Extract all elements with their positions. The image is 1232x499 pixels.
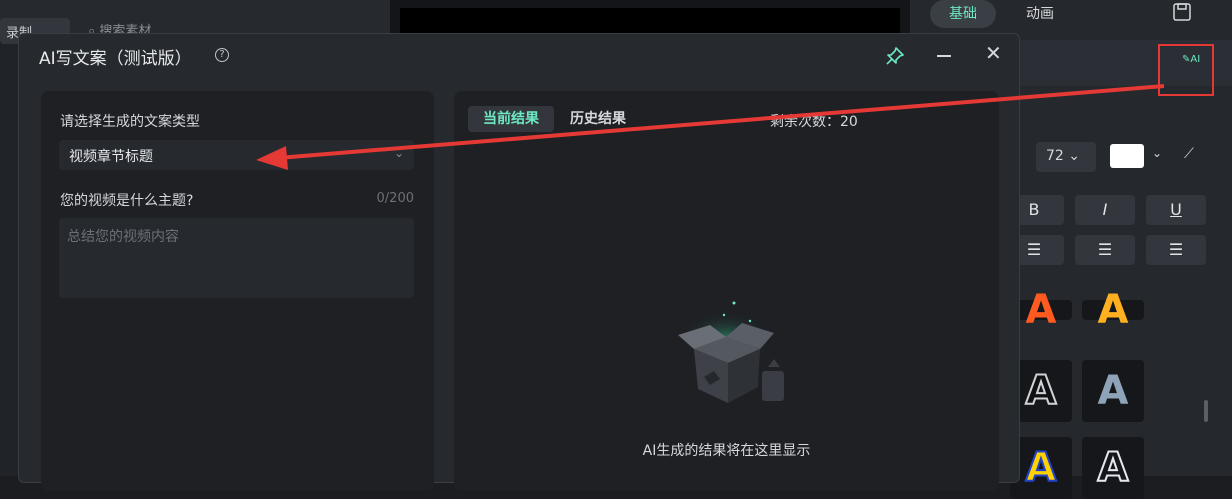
copy-type-label: 请选择生成的文案类型 xyxy=(60,114,200,130)
eyedropper-icon[interactable]: ⟋ xyxy=(1184,146,1194,162)
text-style-preset[interactable]: A xyxy=(1082,437,1144,499)
tab-basic[interactable]: 基础 xyxy=(930,0,996,28)
preview-video xyxy=(400,8,900,36)
ai-pen-icon[interactable]: ✎AI xyxy=(1182,54,1208,74)
close-icon[interactable]: ✕ xyxy=(985,43,1003,63)
topic-label: 您的视频是什么主题? xyxy=(60,193,194,209)
align-center-icon[interactable]: ☰ xyxy=(1075,235,1135,265)
result-panel: 当前结果 历史结果 剩余次数：20 AI生成的结果将在这里显示 xyxy=(454,91,999,491)
italic-button[interactable]: I xyxy=(1075,195,1135,225)
minimize-icon[interactable] xyxy=(937,55,951,57)
align-justify-icon[interactable]: ☰ xyxy=(1146,235,1206,265)
text-style-preset[interactable]: A xyxy=(1082,360,1144,422)
underline-button[interactable]: U xyxy=(1146,195,1206,225)
copy-type-value: 视频章节标题 xyxy=(69,149,153,165)
empty-box-icon xyxy=(678,301,784,403)
input-panel: 请选择生成的文案类型 视频章节标题 ⌄ 您的视频是什么主题? 0/200 xyxy=(41,91,434,491)
chevron-down-icon: ⌄ xyxy=(393,146,404,160)
copy-type-select[interactable]: 视频章节标题 ⌄ xyxy=(59,140,414,170)
topic-input[interactable] xyxy=(59,218,414,298)
empty-state-text: AI生成的结果将在这里显示 xyxy=(642,443,811,459)
help-icon[interactable]: ? xyxy=(215,48,229,62)
dialog-title: AI写文案（测试版） xyxy=(39,49,192,69)
scrollbar[interactable] xyxy=(1204,400,1208,422)
font-color-swatch[interactable] xyxy=(1110,144,1144,168)
ai-copywriting-dialog: AI写文案（测试版） ? ✕ 请选择生成的文案类型 视频章节标题 ⌄ 您的视频是… xyxy=(18,33,1020,491)
tab-history-results[interactable]: 历史结果 xyxy=(570,106,626,132)
text-style-preset[interactable]: A xyxy=(1082,290,1144,330)
font-size-select[interactable]: 72 ⌄ xyxy=(1036,142,1096,172)
tab-animation[interactable]: 动画 xyxy=(1026,0,1054,28)
tab-current-results[interactable]: 当前结果 xyxy=(468,106,554,132)
pin-icon[interactable] xyxy=(885,46,905,66)
remaining-count: 剩余次数：20 xyxy=(770,114,858,130)
chevron-down-icon[interactable]: ⌄ xyxy=(1152,146,1162,160)
save-icon[interactable] xyxy=(1172,2,1192,22)
char-counter: 0/200 xyxy=(376,191,414,206)
